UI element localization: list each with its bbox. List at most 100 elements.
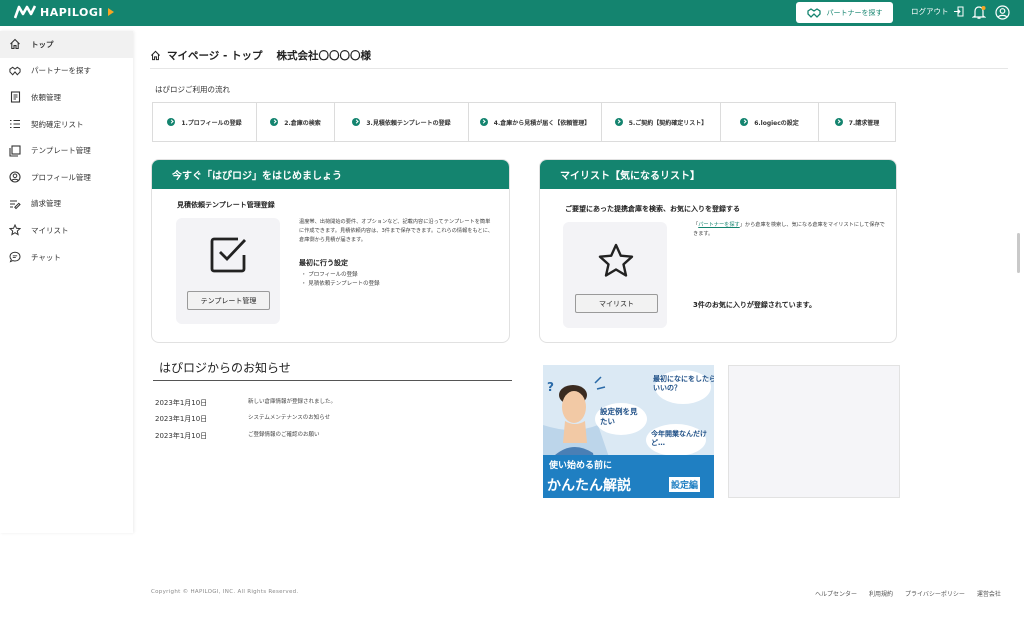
sidebar-item-label: トップ bbox=[31, 39, 54, 49]
card-subtitle: ご要望にあった提携倉庫を検索、お気に入りを登録する bbox=[565, 205, 740, 213]
step-bullet-icon bbox=[740, 118, 749, 126]
banner-caption-large: かんたん解説 bbox=[547, 478, 631, 494]
step-label: 2.倉庫の検索 bbox=[284, 119, 321, 127]
home-icon bbox=[9, 38, 21, 50]
flow-step-warehouse-search[interactable]: 2.倉庫の検索 bbox=[257, 103, 335, 141]
sidebar-item-top[interactable]: トップ bbox=[0, 31, 133, 58]
company-name: 株式会社〇〇〇〇様 bbox=[276, 50, 371, 62]
guide-banner[interactable]: ? 最初になにをしたらいいの？ 設定例を見たい 今年開業なんだけど… 使い始める… bbox=[543, 365, 714, 498]
first-setup-list: プロフィールの登録 見積依頼テンプレートの登録 bbox=[301, 271, 379, 289]
top-bar: HAPILOGI パートナーを探す ログアウト bbox=[0, 0, 1024, 26]
star-icon bbox=[9, 224, 21, 237]
news-date: 2023年1月10日 bbox=[155, 399, 208, 407]
sidebar-item-label: パートナーを探す bbox=[31, 66, 91, 76]
logo[interactable]: HAPILOGI bbox=[14, 5, 114, 19]
divider bbox=[150, 68, 1008, 69]
step-label: 4.倉庫から見積が届く【依頼管理】 bbox=[493, 119, 591, 127]
sidebar-item-requests[interactable]: 依頼管理 bbox=[0, 84, 133, 111]
card-header: 今すぐ「はぴロジ」をはじめましょう bbox=[152, 160, 509, 189]
step-label: 7.請求管理 bbox=[848, 119, 880, 127]
news-item[interactable]: 2023年1月10日 新しい倉庫情報が登録されました。 bbox=[155, 398, 336, 408]
favorites-count: 3件のお気に入りが登録されています。 bbox=[693, 301, 816, 309]
notification-button[interactable] bbox=[971, 5, 987, 22]
user-account-button[interactable] bbox=[995, 5, 1010, 22]
step-bullet-icon bbox=[352, 118, 361, 126]
star-icon bbox=[598, 243, 634, 277]
flow-step-template[interactable]: 3.見積依頼テンプレートの登録 bbox=[335, 103, 469, 141]
step-bullet-icon bbox=[167, 118, 176, 126]
invoice-icon bbox=[9, 198, 21, 210]
news-text: ご登録情報のご確認のお願い bbox=[248, 432, 320, 438]
scrollbar-thumb[interactable] bbox=[1017, 233, 1020, 273]
sidebar-item-label: 請求管理 bbox=[31, 199, 61, 209]
footer-link-company[interactable]: 運営会社 bbox=[977, 589, 1001, 598]
sidebar-item-label: マイリスト bbox=[31, 225, 69, 235]
logo-text: HAPILOGI bbox=[40, 5, 103, 19]
sidebar-item-label: テンプレート管理 bbox=[31, 146, 91, 156]
mylist-description: 「パートナーを探す」から倉庫を検索し、気になる倉庫をマイリストにして保存できます… bbox=[693, 221, 887, 239]
news-item[interactable]: 2023年1月10日 システムメンテナンスのお知らせ bbox=[155, 414, 330, 424]
sidebar-item-chat[interactable]: チャット bbox=[0, 244, 133, 271]
logo-mark-icon bbox=[14, 5, 36, 19]
document-icon bbox=[9, 91, 21, 104]
step-bullet-icon bbox=[614, 118, 623, 126]
banner-caption-small: 使い始める前に bbox=[549, 461, 613, 471]
chat-icon bbox=[9, 251, 21, 263]
footer-link-help[interactable]: ヘルプセンター bbox=[815, 589, 857, 598]
template-management-button[interactable]: テンプレート管理 bbox=[187, 291, 270, 310]
card-subtitle: 見積依頼テンプレート管理登録 bbox=[177, 201, 275, 209]
step-bullet-icon bbox=[270, 118, 279, 126]
sidebar: トップ パートナーを探す 依頼管理 契約確定リスト テンプレート管理 プロフィー… bbox=[0, 31, 133, 533]
handshake-icon bbox=[9, 65, 21, 77]
banner-bubble: 今年開業なんだけど… bbox=[651, 430, 707, 447]
sidebar-item-label: プロフィール管理 bbox=[31, 172, 91, 182]
partner-search-button[interactable]: パートナーを探す bbox=[796, 2, 893, 23]
card-header: マイリスト【気になるリスト】 bbox=[540, 160, 896, 189]
flow-step-quotes[interactable]: 4.倉庫から見積が届く【依頼管理】 bbox=[469, 103, 602, 141]
checkbox-icon bbox=[210, 237, 247, 273]
page-title-text: マイページ - トップ bbox=[167, 50, 263, 62]
footer-link-terms[interactable]: 利用規約 bbox=[869, 589, 893, 598]
sidebar-item-billing[interactable]: 請求管理 bbox=[0, 191, 133, 218]
home-icon bbox=[151, 50, 160, 61]
news-title: はぴロジからのお知らせ bbox=[159, 361, 291, 375]
notification-badge-icon bbox=[981, 6, 986, 10]
flow-step-profile[interactable]: 1.プロフィールの登録 bbox=[153, 103, 257, 141]
news-text: システムメンテナンスのお知らせ bbox=[248, 415, 331, 421]
sidebar-item-profile[interactable]: プロフィール管理 bbox=[0, 164, 133, 191]
banner-bubble: 最初になにをしたらいいの？ bbox=[653, 375, 714, 392]
handshake-icon bbox=[806, 7, 821, 18]
banner-bubble: 設定例を見たい bbox=[600, 407, 638, 426]
flow-step-logiec[interactable]: 6.logiecの設定 bbox=[721, 103, 819, 141]
partner-search-link[interactable]: パートナーを探す bbox=[698, 222, 740, 228]
footer-links: ヘルプセンター 利用規約 プライバシーポリシー 運営会社 bbox=[815, 589, 1001, 598]
news-date: 2023年1月10日 bbox=[155, 415, 208, 423]
step-bullet-icon bbox=[479, 118, 488, 126]
usage-flow-steps: 1.プロフィールの登録 2.倉庫の検索 3.見積依頼テンプレートの登録 4.倉庫… bbox=[152, 102, 896, 142]
step-label: 1.プロフィールの登録 bbox=[181, 119, 242, 127]
logout-button[interactable]: ログアウト bbox=[911, 6, 964, 17]
sidebar-item-contracts[interactable]: 契約確定リスト bbox=[0, 111, 133, 138]
news-item[interactable]: 2023年1月10日 ご登録情報のご確認のお願い bbox=[155, 431, 320, 441]
step-label: 3.見積依頼テンプレートの登録 bbox=[366, 119, 451, 127]
flow-step-billing[interactable]: 7.請求管理 bbox=[819, 103, 895, 141]
flow-label: はぴロジご利用の流れ bbox=[155, 85, 230, 94]
bell-icon bbox=[971, 6, 987, 19]
news-text: 新しい倉庫情報が登録されました。 bbox=[248, 399, 337, 405]
list-item: 見積依頼テンプレートの登録 bbox=[301, 280, 379, 289]
sidebar-item-partner-search[interactable]: パートナーを探す bbox=[0, 58, 133, 85]
banner-placeholder bbox=[728, 365, 900, 498]
sidebar-item-templates[interactable]: テンプレート管理 bbox=[0, 137, 133, 164]
template-description: 温度帯、出荷開始の要件、オプションなど、記載内容に沿ってテンプレートを簡単に作成… bbox=[299, 219, 493, 243]
mylist-card: マイリスト【気になるリスト】 ご要望にあった提携倉庫を検索、お気に入りを登録する… bbox=[539, 159, 897, 343]
template-icon bbox=[9, 145, 21, 157]
mylist-button[interactable]: マイリスト bbox=[575, 294, 658, 313]
footer-link-privacy[interactable]: プライバシーポリシー bbox=[905, 589, 965, 598]
user-icon bbox=[995, 5, 1010, 20]
sidebar-item-mylist[interactable]: マイリスト bbox=[0, 217, 133, 244]
copyright: Copyright © HAPILOGI, INC. All Rights Re… bbox=[151, 589, 299, 595]
flow-step-contract[interactable]: 5.ご契約【契約確定リスト】 bbox=[602, 103, 721, 141]
divider bbox=[153, 380, 512, 381]
list-icon bbox=[9, 118, 21, 130]
page-title: マイページ - トップ 株式会社〇〇〇〇様 bbox=[150, 48, 371, 63]
